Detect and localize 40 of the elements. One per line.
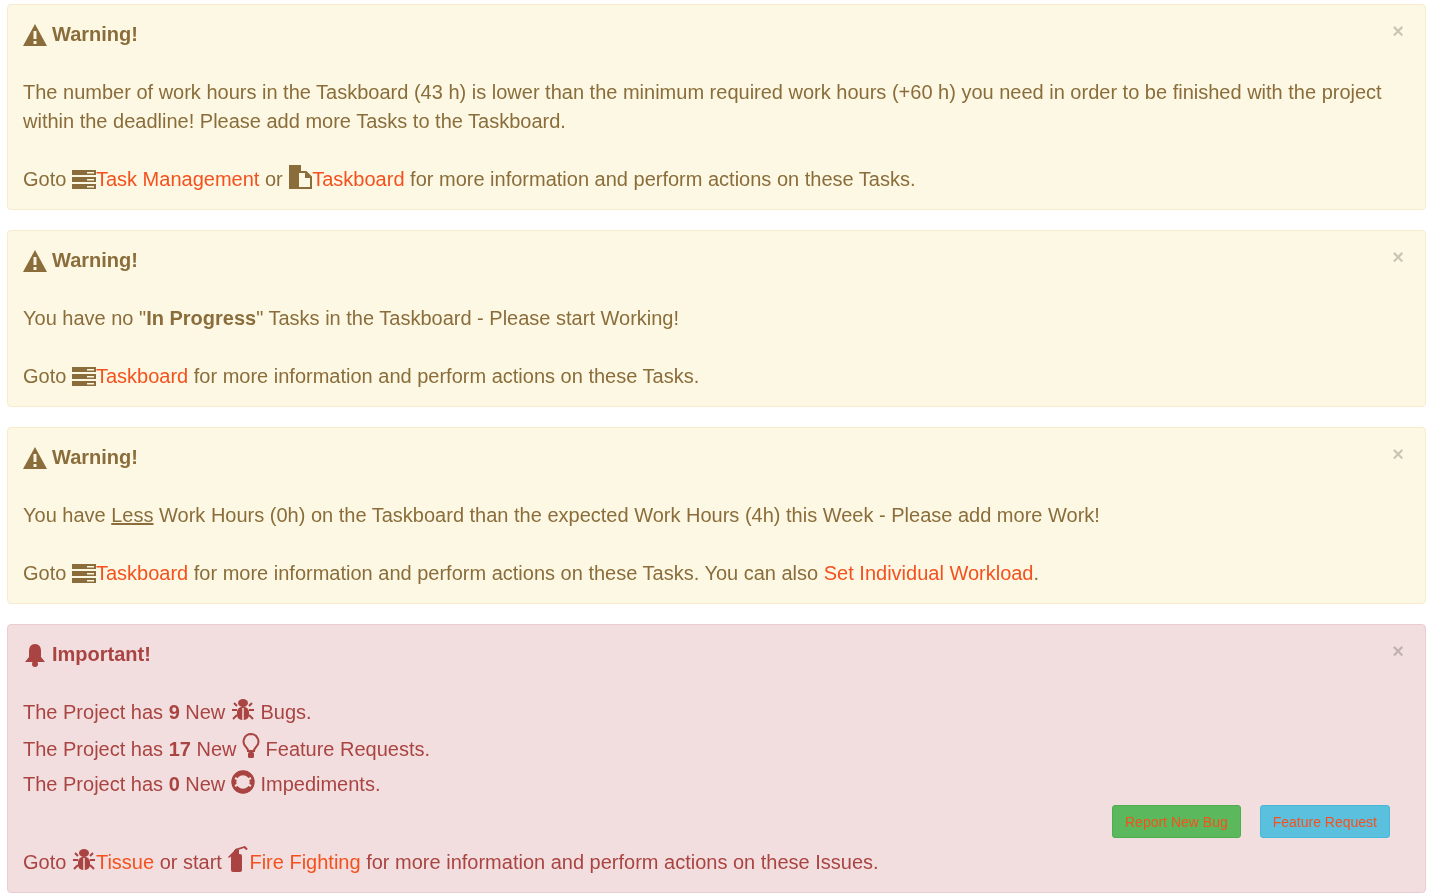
alert-title: Warning!: [52, 445, 139, 470]
alert-message: You have Less Work Hours (0h) on the Taskboard than the expected Work Hours (4h) this Week - Please add more Work!: [23, 503, 1101, 528]
lightbulb-icon: [242, 733, 260, 759]
documents-icon: [288, 165, 313, 189]
link[interactable]: Task Management: [95, 168, 260, 190]
alert-message: You have no "In Progress" Tasks in the Taskboard - Please start Working!: [23, 306, 681, 331]
bell-icon: [23, 642, 47, 667]
close-button[interactable]: ×: [1392, 246, 1404, 269]
alert-message: Goto Task Management or Taskboard for more information and perform actions on these Tasks.: [23, 165, 1410, 194]
close-button[interactable]: ×: [1392, 640, 1404, 663]
link[interactable]: Taskboard: [95, 562, 189, 584]
alert-message: Goto Tissue or start Fire Fighting for more information and perform actions on these Issues.: [23, 846, 1410, 877]
alert-message: The Project has 9 New Bugs.: [23, 698, 1410, 727]
warning-icon: [23, 249, 47, 272]
alert-message: Goto Taskboard for more information and perform actions on these Tasks.: [23, 364, 701, 389]
bug-icon: [71, 848, 96, 872]
list-icon: [71, 563, 96, 583]
alert-title: Important!: [52, 642, 152, 667]
bug-icon: [230, 698, 255, 722]
close-button[interactable]: ×: [1392, 443, 1404, 466]
lifebuoy-icon: [230, 770, 255, 794]
link[interactable]: Set Individual Workload: [823, 562, 1034, 584]
alert-message: The Project has 0 New Impediments.: [23, 770, 1410, 799]
link[interactable]: Taskboard: [95, 365, 189, 387]
alert-title: Warning!: [52, 248, 139, 273]
alert-message: The Project has 17 New Feature Requests.: [23, 733, 1410, 764]
warning-icon: [23, 446, 47, 469]
action-button[interactable]: Report New Bug: [1112, 805, 1241, 838]
alert-message: The number of work hours in the Taskboard (43 h) is lower than the minimum required work hours (+60 h) you need in order to be finished with the project within the deadline! Please add more Tasks to the Taskboard.: [23, 80, 1383, 134]
link[interactable]: Fire Fighting: [249, 851, 361, 873]
alert-title: Warning!: [52, 22, 139, 47]
alert-message: Goto Taskboard for more information and perform actions on these Tasks. You can also Set Individual Workload.: [23, 561, 1041, 586]
close-button[interactable]: ×: [1392, 20, 1404, 43]
link[interactable]: Taskboard: [312, 168, 405, 190]
action-button[interactable]: Feature Request: [1259, 805, 1390, 838]
fire-extinguisher-icon: [227, 846, 250, 872]
list-icon: [71, 169, 96, 189]
list-icon: [71, 366, 96, 386]
link[interactable]: Tissue: [95, 851, 155, 873]
warning-icon: [23, 23, 47, 46]
